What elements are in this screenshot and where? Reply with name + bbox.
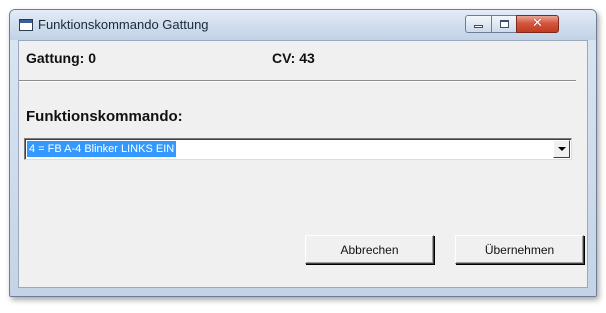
dialog-content: Gattung: 0 CV: 43 Funktionskommando: 4 =…: [18, 40, 588, 288]
minimize-button[interactable]: [465, 15, 492, 33]
maximize-button[interactable]: [491, 15, 517, 33]
close-button[interactable]: ✕: [516, 15, 559, 33]
separator: [19, 80, 576, 82]
selected-value: 4 = FB A-4 Blinker LINKS EIN: [27, 141, 177, 157]
window-icon: [19, 19, 33, 31]
window-title: Funktionskommando Gattung: [38, 17, 209, 32]
cv-label: CV: 43: [272, 50, 315, 66]
gattung-label: Gattung: 0: [26, 50, 96, 66]
dropdown-button[interactable]: [553, 140, 570, 158]
title-bar[interactable]: Funktionskommando Gattung ✕: [10, 10, 596, 40]
minimize-icon: [474, 25, 483, 28]
close-icon: ✕: [532, 16, 543, 31]
maximize-icon: [500, 20, 509, 28]
chevron-down-icon: [558, 147, 566, 151]
cancel-button[interactable]: Abbrechen: [305, 235, 434, 264]
funktionskommando-select[interactable]: 4 = FB A-4 Blinker LINKS EIN: [24, 138, 572, 160]
funktionskommando-label: Funktionskommando:: [26, 108, 183, 125]
dialog-window: Funktionskommando Gattung ✕ Gattung: 0 C…: [9, 9, 597, 297]
apply-button[interactable]: Übernehmen: [455, 235, 584, 264]
